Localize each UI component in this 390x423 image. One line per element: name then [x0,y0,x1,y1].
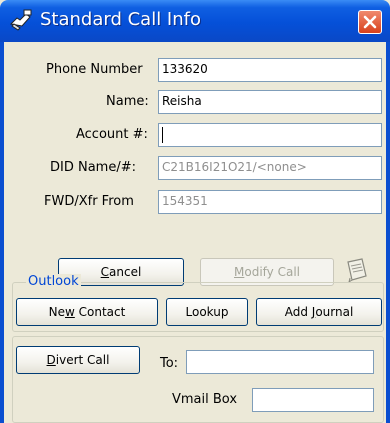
did-field[interactable]: C21B16I21O21/<none> [158,156,382,180]
text-cursor [162,127,163,143]
phone-number-field[interactable]: 133620 [158,58,382,82]
divert-call-button[interactable]: Divert Call [16,346,140,374]
lookup-button[interactable]: Lookup [166,298,248,326]
divert-to-field[interactable] [186,350,374,374]
window-frame-left [0,42,4,423]
divert-to-label: To: [160,356,179,371]
account-field[interactable] [158,123,382,147]
window-title: Standard Call Info [40,9,201,30]
fwd-xfr-field[interactable]: 154351 [158,190,382,214]
title-bar[interactable]: Standard Call Info [0,0,390,42]
vmail-box-label: Vmail Box [172,392,238,407]
close-button[interactable] [358,10,382,34]
close-icon [363,15,377,29]
vmail-box-field[interactable] [252,388,374,412]
fwd-xfr-label: FWD/Xfr From [44,194,134,209]
phone-icon [8,8,34,32]
phone-number-label: Phone Number [46,62,143,77]
new-contact-button[interactable]: New Contact [16,298,158,326]
add-journal-button[interactable]: Add Journal [256,298,382,326]
name-field[interactable]: Reisha [158,90,382,114]
name-label: Name: [106,94,149,109]
window-frame-right [386,42,390,423]
account-label: Account #: [76,127,148,142]
outlook-group-label: Outlook [26,274,81,289]
did-label: DID Name/#: [50,160,136,175]
